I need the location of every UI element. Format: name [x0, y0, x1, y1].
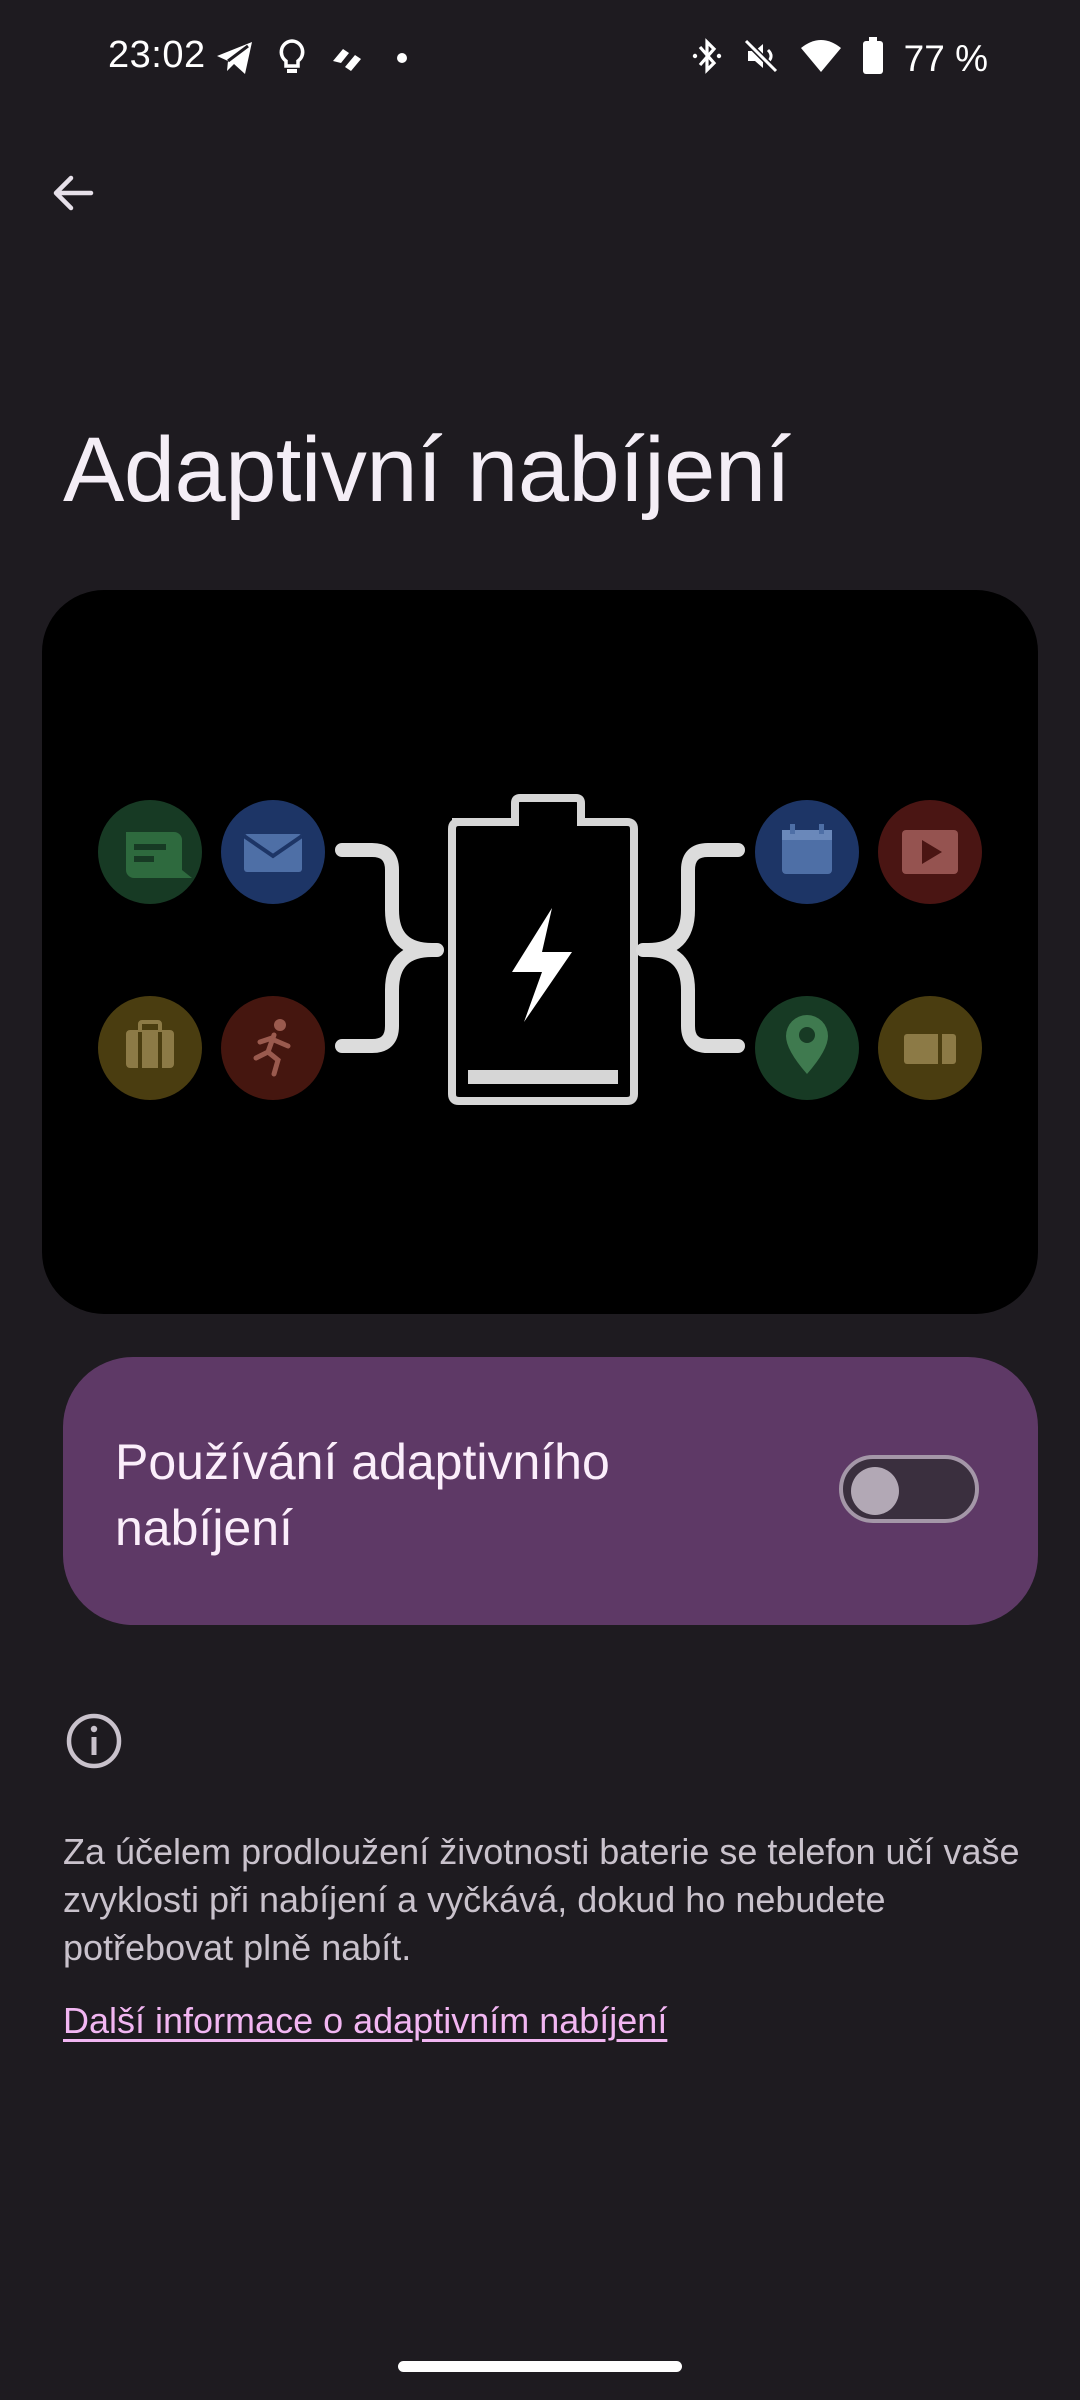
- arrow-back-icon: [49, 169, 97, 222]
- adaptive-charging-switch[interactable]: [839, 1455, 979, 1523]
- info-description: Za účelem prodloužení životnosti baterie…: [63, 1831, 1020, 1968]
- running-icon: [221, 996, 325, 1100]
- battery-charging-icon: [448, 794, 638, 1105]
- bluetooth-icon: [692, 36, 722, 81]
- video-icon: [878, 800, 982, 904]
- telegram-icon: [215, 40, 255, 76]
- learn-more-link[interactable]: Další informace o adaptivním nabíjení: [63, 2000, 667, 2042]
- info-icon: [64, 1711, 124, 1771]
- ticket-icon: [878, 996, 982, 1100]
- navigation-handle[interactable]: [398, 2361, 682, 2372]
- status-time: 23:02: [108, 34, 206, 76]
- status-bar: 23:02 77 %: [0, 0, 1080, 120]
- dot-icon: [387, 43, 417, 73]
- lightbulb-icon: [277, 38, 307, 78]
- wifi-icon: [800, 38, 842, 79]
- mute-icon: [742, 37, 780, 80]
- toggle-label: Používání adaptivního nabíjení: [115, 1434, 610, 1556]
- adaptive-charging-toggle-card[interactable]: Používání adaptivního nabíjení: [63, 1357, 1038, 1625]
- battery-icon: [862, 37, 884, 80]
- switch-thumb: [851, 1467, 899, 1515]
- back-button[interactable]: [36, 158, 110, 232]
- location-pin-icon: [755, 996, 859, 1100]
- battery-percentage: 77 %: [903, 37, 988, 79]
- message-icon: [98, 800, 202, 904]
- calendar-icon: [755, 800, 859, 904]
- briefcase-icon: [98, 996, 202, 1100]
- page-title: Adaptivní nabíjení: [63, 419, 791, 521]
- mail-icon: [221, 800, 325, 904]
- app-logo-icon: [329, 41, 365, 75]
- adaptive-charging-illustration: [42, 590, 1038, 1314]
